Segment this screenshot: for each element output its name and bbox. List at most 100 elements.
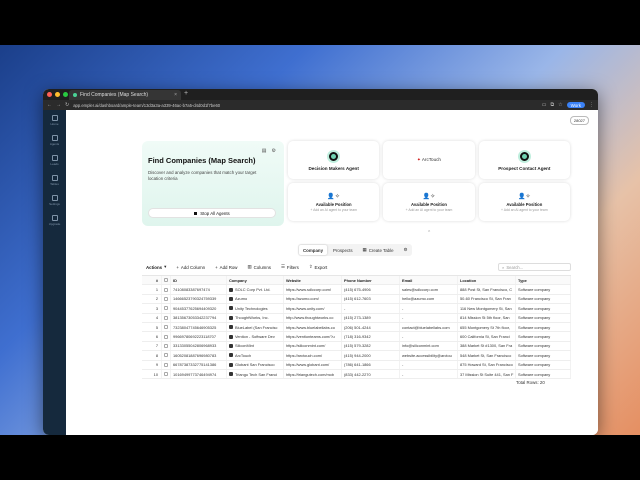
table-row[interactable]: 7 33133055042806968933 SiliconMint https://… [142, 341, 571, 352]
row-checkbox[interactable] [162, 351, 171, 360]
available-position-card[interactable]: 👤✧ Available Position + Add an AI agent … [478, 183, 570, 221]
column-header[interactable]: Email [400, 276, 458, 285]
cell-id: 73238047745646905325 [171, 322, 227, 332]
sidebar-item-home[interactable]: Home [45, 115, 65, 126]
stop-all-agents-button[interactable]: Stop All Agents [148, 208, 276, 218]
agent-card-arctouch[interactable]: ✦ ArcTouch [383, 141, 475, 179]
new-tab-button[interactable]: + [184, 90, 188, 97]
tab-create-table[interactable]: ▦ Create Table [359, 245, 398, 255]
tab-close-icon[interactable]: × [174, 92, 177, 98]
available-position-card[interactable]: 👤✧ Available Position + Add an AI agent … [383, 183, 475, 221]
table-row[interactable]: 4 38135673053342237794 ThoughtWorks, Inc. h… [142, 313, 571, 323]
table-row[interactable]: 2 14666523790324759339 Azumo https://azumo.… [142, 294, 571, 305]
tab-favicon-icon [73, 93, 77, 97]
cell-website: https://triangutech.com/mob [284, 369, 342, 379]
table-icon [51, 175, 58, 181]
table-row[interactable]: 5 73238047745646905325 BlueLabel (San Fran… [142, 322, 571, 333]
gear-icon[interactable]: ⚙ [272, 148, 276, 154]
agents-icon [51, 135, 58, 141]
row-checkbox[interactable] [162, 369, 171, 379]
column-header[interactable]: Location [458, 276, 516, 285]
filters-button[interactable]: ☰ Filters [281, 264, 299, 270]
cell-website: https://www.sdlccorp.com/ [284, 285, 342, 294]
company-logo-icon [229, 315, 233, 320]
table-row[interactable]: 9 66787387332775141386 Globant San Francis… [142, 360, 571, 370]
reload-icon[interactable]: ↻ [65, 102, 69, 108]
hero-card: ▤ ⚙ Find Companies (Map Search) Discover… [142, 141, 284, 226]
maximize-window-button[interactable] [63, 92, 68, 97]
select-all-checkbox[interactable] [162, 276, 171, 285]
cell-phone: (415) 612-7603 [342, 294, 400, 304]
cast-icon[interactable]: ▭ [542, 102, 547, 108]
browser-window: Find Companies (Map Search) × + ← → ↻ ap… [43, 89, 598, 435]
company-logo-icon [229, 353, 233, 358]
browser-tabbar: Find Companies (Map Search) × + [43, 89, 598, 100]
row-checkbox[interactable] [162, 294, 171, 304]
search-input[interactable]: ⌕ Search... [498, 263, 571, 271]
cell-company: ThoughtWorks, Inc. [227, 313, 284, 322]
extensions-icon[interactable]: ⧉ [551, 102, 555, 108]
sidebar-item-agents[interactable]: Agents [45, 135, 65, 146]
create-table-label: Create Table [368, 247, 394, 253]
row-checkbox[interactable] [162, 304, 171, 313]
add-column-button[interactable]: + Add Column [176, 265, 205, 270]
position-subtitle: + Add an AI agent to your team [500, 207, 548, 212]
sidebar-item-settings[interactable]: Settings [45, 195, 65, 206]
menu-icon[interactable]: ⋮ [589, 102, 594, 108]
available-position-card[interactable]: 👤✧ Available Position + Add an AI agent … [288, 183, 380, 221]
row-checkbox[interactable] [162, 285, 171, 294]
row-checkbox[interactable] [162, 322, 171, 332]
row-checkbox[interactable] [162, 360, 171, 369]
tab-prospects[interactable]: Prospects [329, 245, 357, 255]
close-window-button[interactable] [47, 92, 52, 97]
sidebar-item-leads[interactable]: Leads [45, 155, 65, 166]
agent-avatar [517, 149, 531, 163]
column-header[interactable]: # [142, 276, 162, 285]
actions-dropdown[interactable]: Actions ▾ [146, 264, 166, 270]
column-header[interactable]: ID [171, 276, 227, 285]
position-title: Available Position [315, 201, 352, 207]
column-header[interactable]: Website [284, 276, 342, 285]
collapse-chevron-icon[interactable]: ⌃ [427, 230, 431, 236]
column-header[interactable]: Type [516, 276, 571, 285]
minimize-window-button[interactable] [55, 92, 60, 97]
cell-location: 388 Market St #1300, San Fra [458, 341, 516, 351]
cell-phone: (415) 944-2000 [342, 351, 400, 360]
table-row[interactable]: 8 16052081887696980783 ArcTouch https://arc… [142, 351, 571, 361]
row-checkbox[interactable] [162, 313, 171, 322]
add-row-button[interactable]: + Add Row [215, 265, 237, 270]
table-row[interactable]: 10 10169499773746494974 Triangu Tech San F… [142, 369, 571, 380]
table-row[interactable]: 3 90445377625694409320 Unity Technologies h… [142, 304, 571, 314]
agent-card-prospect-contact[interactable]: Prospect Contact Agent [478, 141, 570, 179]
add-user-icon: 👤✧ [422, 193, 436, 200]
bookmark-icon[interactable]: ☆ [558, 102, 562, 108]
columns-button[interactable]: ▥ Columns [247, 264, 270, 270]
tab-settings-icon[interactable]: ⚙ [400, 245, 412, 255]
sidebar-item-upgrade[interactable]: Upgrade [45, 215, 65, 226]
tab-company[interactable]: Company [299, 245, 328, 255]
credits-badge[interactable]: 28027 [569, 116, 589, 125]
cell-location: 888 Post St, San Francisco, C [458, 285, 516, 294]
row-checkbox[interactable] [162, 332, 171, 341]
back-icon[interactable]: ← [47, 102, 52, 108]
cell-id: 74108083387697474 [171, 285, 227, 294]
agent-card-decision-makers[interactable]: Decision Makers Agent [288, 141, 380, 179]
table-row[interactable]: 1 74108083387697474 SOLC Corp Pvt. Ltd. htt… [142, 285, 571, 295]
column-header[interactable]: Company [227, 276, 284, 285]
profile-button[interactable]: Work [566, 102, 585, 108]
browser-tab[interactable]: Find Companies (Map Search) × [69, 90, 181, 100]
cell-website: https://arctouch.com/ [284, 351, 342, 360]
column-header[interactable]: Phone Number [342, 276, 400, 285]
forward-icon[interactable]: → [56, 102, 61, 108]
desktop-wallpaper: Find Companies (Map Search) × + ← → ↻ ap… [0, 45, 640, 435]
cell-location: 116 New Montgomery St, San [458, 304, 516, 313]
sidebar-item-tables[interactable]: Tables [45, 175, 65, 186]
url-field[interactable]: app.empler.ai/dashboard/ample-team/13d3a… [73, 103, 538, 108]
table-row[interactable]: 6 99669780692223118707 Vention - Software … [142, 332, 571, 342]
row-checkbox[interactable] [162, 341, 171, 351]
add-user-icon: 👤✧ [327, 193, 340, 200]
cell-type: Software company [516, 369, 571, 379]
cell-website: https://www.bluelabellabs.co [284, 322, 342, 332]
document-icon[interactable]: ▤ [262, 148, 267, 154]
export-button[interactable]: ⇪ Export [309, 264, 327, 270]
